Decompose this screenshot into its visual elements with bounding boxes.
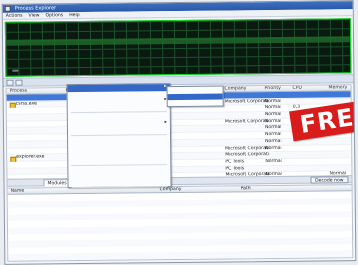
process-name [10, 108, 68, 109]
module-path [241, 204, 353, 205]
module-name [11, 254, 63, 255]
app-window: Process Explorer Actions View Options He… [1, 0, 357, 265]
process-name [10, 114, 68, 115]
process-name [10, 94, 68, 95]
cpu-usage-graph [4, 18, 352, 77]
module-path [241, 251, 353, 252]
graph-status-pill [12, 69, 19, 72]
module-description [96, 220, 158, 221]
menu-actions[interactable]: Actions [6, 13, 23, 19]
process-name [10, 148, 68, 149]
process-name [10, 128, 68, 129]
module-name [11, 234, 63, 235]
module-path [241, 237, 353, 238]
module-description [96, 246, 158, 247]
module-name [11, 194, 63, 195]
module-description [96, 253, 158, 254]
context-menu-item[interactable] [68, 127, 170, 135]
context-menu-item[interactable] [69, 195, 171, 203]
modules-table-body [7, 191, 353, 261]
module-name [11, 214, 63, 215]
module-name [11, 227, 63, 228]
tab-active-lock[interactable] [9, 180, 15, 187]
module-description [96, 206, 158, 207]
window-title: Process Explorer [14, 5, 57, 12]
submenu-item[interactable] [168, 100, 223, 107]
module-description [96, 226, 158, 227]
process-name [10, 134, 68, 135]
process-name [10, 141, 68, 142]
process-name [10, 161, 68, 162]
graph-grid [5, 19, 351, 76]
menu-view[interactable]: View [29, 12, 40, 18]
module-name [11, 201, 63, 202]
module-name [11, 240, 63, 241]
module-name [11, 247, 63, 248]
context-menu-item[interactable] [68, 179, 170, 187]
module-path [241, 244, 353, 245]
toolbar-properties-button[interactable] [15, 79, 23, 86]
process-name [10, 174, 68, 175]
menu-help[interactable]: Help [69, 12, 80, 18]
menu-options[interactable]: Options [45, 12, 63, 18]
module-description [96, 239, 158, 240]
module-path [241, 224, 353, 225]
priority-submenu [166, 85, 224, 108]
process-name [10, 168, 68, 169]
process-context-menu: ▸ ▸ ▸ [66, 83, 172, 189]
module-description [96, 213, 158, 214]
process-name [10, 121, 68, 122]
module-path [241, 218, 353, 219]
modules-table: Name Company Path [6, 184, 354, 262]
context-menu-item[interactable] [68, 156, 170, 164]
toolbar-refresh-button[interactable] [6, 79, 14, 86]
app-icon [4, 5, 11, 12]
decode-now-button[interactable]: Decode now [310, 176, 349, 184]
context-menu-item[interactable] [68, 104, 170, 112]
module-path [241, 191, 353, 192]
module-path [241, 211, 353, 212]
module-path [241, 231, 353, 232]
module-name [11, 207, 63, 208]
module-path [241, 198, 353, 199]
module-description [96, 233, 158, 234]
module-name [11, 221, 63, 222]
